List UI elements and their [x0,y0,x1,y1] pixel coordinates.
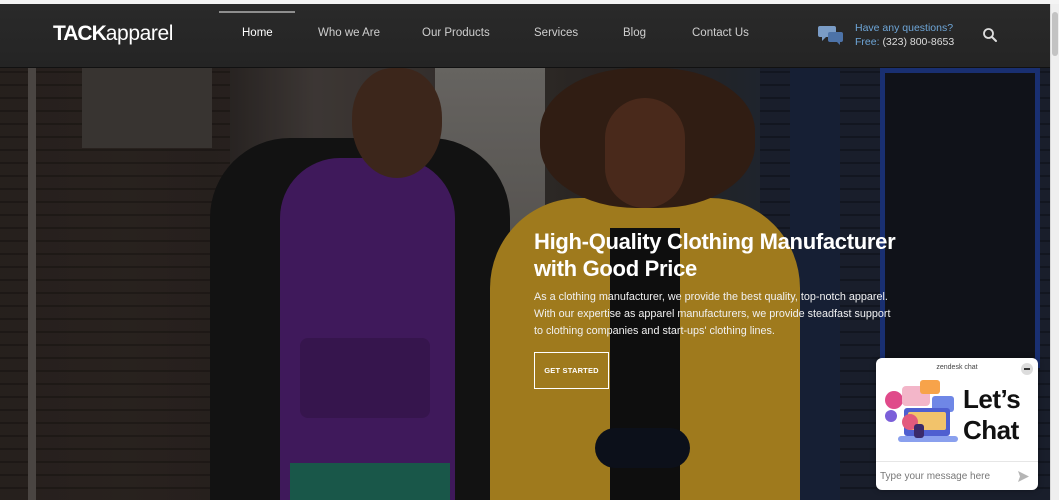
nav-our-products[interactable]: Our Products [422,27,490,39]
contact-question: Have any questions? [855,22,954,34]
scrollbar-thumb[interactable] [1052,12,1058,56]
contact-phone-line[interactable]: Free: (323) 800-8653 [855,36,954,48]
hero-title: High-Quality Clothing Manufacturer with … [534,228,914,282]
chat-headline-line1: Let’s [963,384,1021,414]
site-header: TACKapparel Home Who we Are Our Products… [0,4,1050,68]
hero-description: As a clothing manufacturer, we provide t… [534,289,914,340]
logo-bold: TACK [53,22,107,45]
hero-title-line2: with Good Price [534,256,697,281]
chat-brand: zendesk chat [936,364,978,371]
hero-text-line2: With our expertise as apparel manufactur… [534,308,891,320]
nav-services[interactable]: Services [534,27,578,39]
logo[interactable]: TACKapparel [53,22,173,50]
nav-blog[interactable]: Blog [623,27,646,39]
chat-widget[interactable]: zendesk chat Let’s Chat [876,358,1038,490]
chat-input-bar [876,461,1038,490]
hero-text-line3: to clothing companies and start-ups' clo… [534,325,775,337]
nav-active-indicator [219,11,295,13]
free-label: Free: [855,36,880,48]
hero-text-line1: As a clothing manufacturer, we provide t… [534,291,888,303]
nav-contact-us[interactable]: Contact Us [692,27,749,39]
chat-headline-line2: Chat [963,415,1019,445]
hero-title-line1: High-Quality Clothing Manufacturer [534,229,896,254]
chat-illustration [885,380,958,442]
contact-phone: (323) 800-8653 [882,36,955,48]
chat-message-input[interactable] [880,466,1012,486]
search-icon[interactable] [982,27,998,43]
logo-light: apparel [105,22,174,45]
chat-bubbles-icon [818,26,843,45]
get-started-button[interactable]: GET STARTED [534,352,609,389]
send-icon[interactable] [1017,470,1030,483]
nav-home[interactable]: Home [242,27,273,39]
scrollbar[interactable] [1050,4,1059,500]
minimize-icon[interactable] [1021,363,1033,375]
nav-who-we-are[interactable]: Who we Are [318,27,380,39]
